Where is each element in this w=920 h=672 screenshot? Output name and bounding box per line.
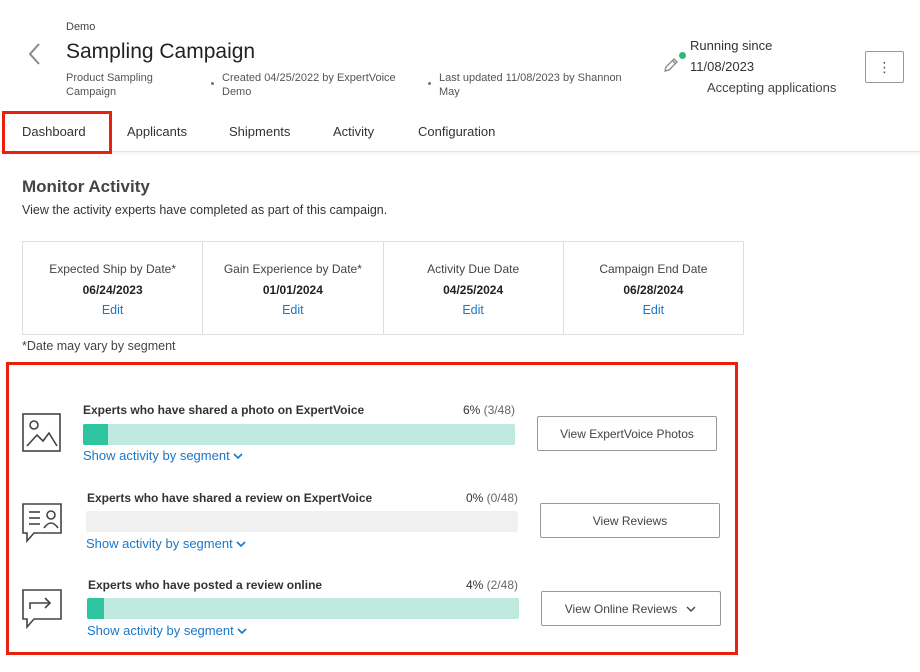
date-label: Campaign End Date <box>599 262 708 276</box>
campaign-type: Product Sampling Campaign <box>66 72 153 98</box>
progress-bar <box>87 598 519 619</box>
created-info: Created 04/25/2022 by ExpertVoice Demo <box>222 72 396 98</box>
date-value: 06/24/2023 <box>82 283 143 297</box>
percent-value: 0% <box>465 491 484 505</box>
view-reviews-button[interactable]: View Reviews <box>540 503 720 538</box>
status-date: 11/08/2023 <box>690 59 755 74</box>
separator-dot <box>211 82 214 85</box>
activity-label: Experts who have shared a photo on Exper… <box>83 403 365 417</box>
link-label: Show activity by segment <box>87 623 234 638</box>
back-arrow-icon[interactable] <box>24 40 46 68</box>
progress-bar <box>86 511 518 532</box>
activity-percent: 6% (3/48) <box>425 403 515 417</box>
progress-fill <box>83 424 109 445</box>
tab-activity[interactable]: Activity <box>333 124 374 139</box>
chevron-down-icon <box>686 606 696 612</box>
tab-shipments[interactable]: Shipments <box>229 124 290 139</box>
show-activity-by-segment-link[interactable]: Show activity by segment <box>87 623 247 638</box>
photo-icon <box>22 413 61 452</box>
fraction-value: (2/48) <box>486 578 518 592</box>
button-label: View Reviews <box>592 513 668 528</box>
date-value: 01/01/2024 <box>262 283 323 297</box>
view-online-reviews-button[interactable]: View Online Reviews <box>541 591 721 626</box>
tab-configuration[interactable]: Configuration <box>418 124 495 139</box>
edit-activity-date-link[interactable]: Edit <box>384 303 563 317</box>
date-label: Activity Due Date <box>427 262 520 276</box>
key-dates-panel: Expected Ship by Date* 06/24/2023 Edit G… <box>22 241 744 335</box>
separator-dot <box>428 82 431 85</box>
button-label: View Online Reviews <box>564 601 678 616</box>
share-review-icon <box>22 589 62 630</box>
application-status: Accepting applications <box>707 80 837 95</box>
date-card-campaign-end: Campaign End Date 06/28/2024 Edit <box>564 242 743 334</box>
fraction-value: (3/48) <box>483 403 515 417</box>
show-activity-by-segment-link[interactable]: Show activity by segment <box>86 536 246 551</box>
updated-info: Last updated 11/08/2023 by Shannon May <box>439 72 622 98</box>
chevron-down-icon <box>237 628 247 635</box>
activity-label: Experts who have shared a review on Expe… <box>87 491 373 505</box>
show-activity-by-segment-link[interactable]: Show activity by segment <box>83 448 243 463</box>
date-value: 06/28/2024 <box>623 283 684 297</box>
date-footnote: *Date may vary by segment <box>22 339 176 353</box>
org-name: Demo <box>66 21 96 33</box>
chevron-down-icon <box>236 541 246 548</box>
status-indicator <box>679 52 686 59</box>
status-label: Running since <box>690 38 773 53</box>
date-card-experience: Gain Experience by Date* 01/01/2024 Edit <box>203 242 384 334</box>
edit-ship-date-link[interactable]: Edit <box>23 303 202 317</box>
date-card-ship: Expected Ship by Date* 06/24/2023 Edit <box>23 242 204 334</box>
activity-percent: 4% (2/48) <box>428 578 518 592</box>
tab-applicants[interactable]: Applicants <box>127 124 187 139</box>
section-subtitle: View the activity experts have completed… <box>22 203 388 217</box>
activity-percent: 0% (0/48) <box>428 491 518 505</box>
progress-bar <box>83 424 515 445</box>
edit-experience-date-link[interactable]: Edit <box>203 303 382 317</box>
page-title: Sampling Campaign <box>66 40 256 63</box>
edit-end-date-link[interactable]: Edit <box>564 303 743 317</box>
date-label: Gain Experience by Date* <box>223 262 362 276</box>
button-label: View ExpertVoice Photos <box>560 426 694 441</box>
section-title: Monitor Activity <box>22 177 150 196</box>
activity-label: Experts who have posted a review online <box>88 578 323 592</box>
chevron-down-icon <box>233 453 243 460</box>
pencil-icon[interactable] <box>662 56 680 74</box>
percent-value: 4% <box>465 578 484 592</box>
more-options-button[interactable]: ⋮ <box>865 51 904 83</box>
percent-value: 6% <box>462 403 481 417</box>
date-label: Expected Ship by Date* <box>49 262 176 276</box>
review-icon <box>22 503 62 544</box>
view-photos-button[interactable]: View ExpertVoice Photos <box>537 416 717 451</box>
link-label: Show activity by segment <box>83 448 230 463</box>
progress-fill <box>87 598 104 619</box>
date-value: 04/25/2024 <box>443 283 504 297</box>
tab-highlight-box <box>2 111 112 154</box>
kebab-icon: ⋮ <box>877 58 892 75</box>
campaign-header: Demo Sampling Campaign Product Sampling … <box>0 0 920 154</box>
date-card-activity-due: Activity Due Date 04/25/2024 Edit <box>384 242 564 334</box>
link-label: Show activity by segment <box>86 536 233 551</box>
fraction-value: (0/48) <box>486 491 518 505</box>
